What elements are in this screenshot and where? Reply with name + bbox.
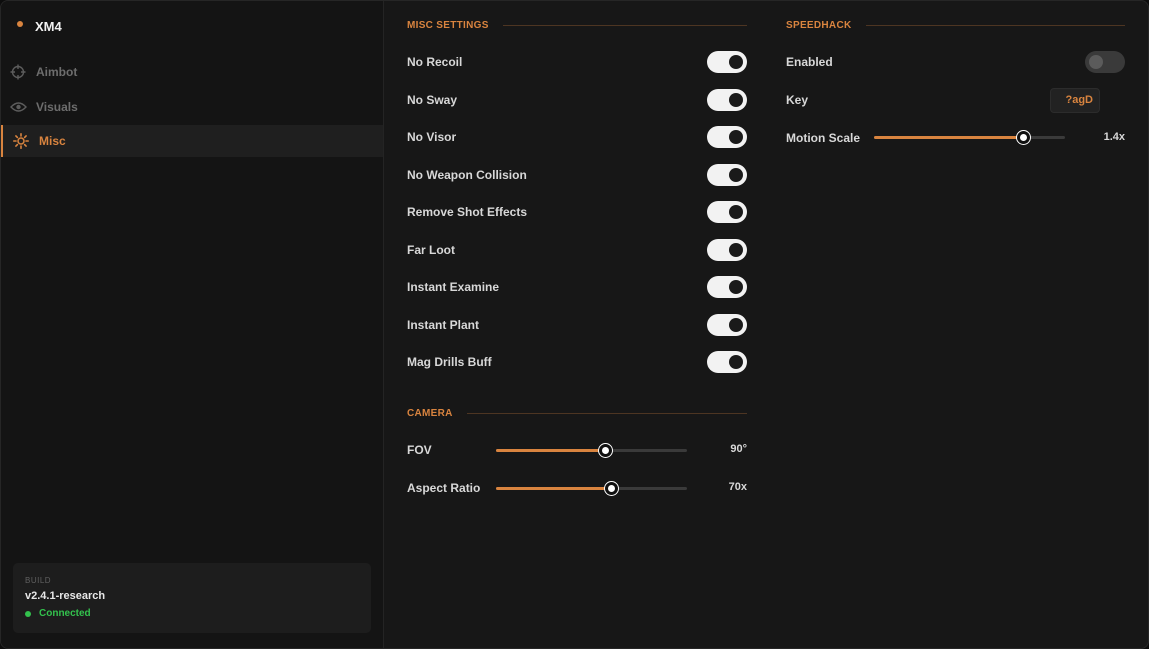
motion-scale-slider-fill (874, 136, 1023, 139)
section-title: MISC SETTINGS (407, 20, 489, 31)
speedhack-key-row: Key ?agD (786, 87, 1100, 113)
toggle-knob (729, 130, 743, 144)
toggle-knob (729, 167, 743, 182)
sidebar: XM4 Aimbot Visuals Misc BUILD v2.4.1-res… (1, 1, 384, 648)
fov-slider-row: FOV 90° (407, 438, 747, 462)
toggle-label: Instant Plant (407, 317, 480, 332)
aspect-ratio-label: Aspect Ratio (407, 481, 481, 495)
toggle-label: Far Loot (407, 242, 455, 257)
toggle-row: No Recoil (407, 50, 747, 74)
status-dot-icon (25, 610, 31, 617)
eye-icon (9, 98, 27, 116)
aspect-ratio-slider-fill (496, 487, 611, 490)
toggle-switch[interactable] (707, 351, 747, 373)
toggle-label: Mag Drills Buff (407, 355, 492, 369)
sidebar-item-visuals[interactable]: Visuals (1, 91, 383, 123)
speedhack-enabled-row: Enabled (786, 50, 1125, 74)
toggle-label: No Visor (407, 130, 457, 144)
speedhack-enabled-toggle[interactable] (1085, 51, 1125, 73)
section-divider (865, 25, 1125, 26)
toggle-knob (729, 55, 743, 69)
toggle-label: No Weapon Collision (407, 167, 527, 182)
toggle-switch[interactable] (707, 163, 747, 186)
gear-icon (12, 132, 30, 150)
toggle-knob (729, 242, 743, 257)
toggle-knob (729, 280, 743, 294)
toggle-knob (729, 92, 743, 107)
brand-dot (17, 20, 23, 27)
toggle-row: Far Loot (407, 238, 747, 262)
section-title: CAMERA (407, 408, 453, 419)
build-tag: BUILD (25, 576, 52, 585)
toggle-row: Instant Examine (407, 275, 747, 299)
app-title: XM4 (35, 19, 62, 34)
sidebar-item-label: Misc (39, 134, 66, 148)
sidebar-item-label: Aimbot (36, 65, 78, 79)
toggle-label: Instant Examine (407, 280, 500, 294)
speedhack-key-bind-button[interactable]: ?agD (1050, 87, 1100, 113)
motion-scale-slider-row: Motion Scale 1.4x (786, 126, 1125, 150)
connection-status: Connected (25, 608, 359, 619)
speedhack-key-label: Key (786, 93, 809, 107)
fov-label: FOV (407, 443, 432, 457)
toggle-switch[interactable] (707, 201, 747, 223)
motion-scale-slider-thumb[interactable] (1016, 131, 1030, 144)
toggle-row: Instant Plant (407, 313, 747, 337)
fov-slider-thumb[interactable] (598, 444, 612, 457)
toggle-row: No Visor (407, 125, 747, 149)
crosshair-icon (9, 63, 27, 81)
app-window: XM4 Aimbot Visuals Misc BUILD v2.4.1-res… (0, 0, 1149, 649)
toggle-label: No Sway (407, 92, 458, 107)
section-divider (502, 25, 747, 26)
toggle-switch[interactable] (707, 238, 747, 261)
toggle-row: No Weapon Collision (407, 163, 747, 187)
section-camera: CAMERA (407, 408, 747, 419)
aspect-ratio-slider[interactable] (496, 482, 687, 495)
sidebar-item-label: Visuals (36, 100, 78, 114)
toggle-label: Remove Shot Effects (407, 205, 528, 219)
toggle-switch[interactable] (707, 313, 747, 336)
toggle-knob (729, 205, 743, 219)
motion-scale-label: Motion Scale (786, 131, 861, 145)
sidebar-item-misc[interactable]: Misc (1, 125, 383, 157)
build-version: v2.4.1-research (25, 590, 106, 602)
fov-value: 90° (730, 443, 747, 455)
fov-slider[interactable] (496, 444, 687, 457)
sidebar-item-aimbot[interactable]: Aimbot (1, 56, 383, 88)
toggle-knob (729, 355, 743, 369)
toggle-switch[interactable] (707, 51, 747, 73)
toggle-row: Mag Drills Buff (407, 350, 747, 374)
status-text: Connected (39, 608, 91, 619)
toggle-row: No Sway (407, 88, 747, 112)
section-divider (466, 413, 747, 414)
speedhack-enabled-label: Enabled (786, 55, 833, 69)
motion-scale-value: 1.4x (1103, 131, 1125, 143)
toggle-switch[interactable] (707, 88, 747, 111)
section-misc-settings: MISC SETTINGS (407, 20, 747, 31)
toggle-knob (1089, 55, 1103, 69)
toggle-knob (729, 317, 743, 332)
section-title: SPEEDHACK (786, 20, 852, 31)
build-info-card: BUILD v2.4.1-research Connected (13, 563, 371, 633)
aspect-ratio-slider-thumb[interactable] (604, 482, 618, 495)
motion-scale-slider[interactable] (874, 131, 1065, 144)
aspect-ratio-value: 70x (728, 481, 747, 493)
toggle-label: No Recoil (407, 55, 463, 69)
toggle-row: Remove Shot Effects (407, 200, 747, 224)
brand: XM4 (17, 19, 62, 34)
toggle-switch[interactable] (707, 276, 747, 298)
fov-slider-fill (496, 449, 605, 452)
section-speedhack: SPEEDHACK (786, 20, 1125, 31)
aspect-ratio-slider-row: Aspect Ratio 70x (407, 476, 747, 500)
toggle-switch[interactable] (707, 126, 747, 148)
